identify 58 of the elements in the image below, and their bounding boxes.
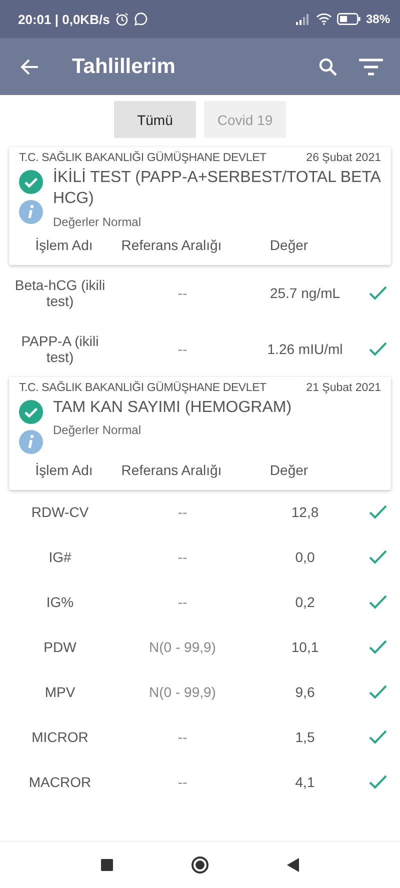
table-cell-text: 10,1 bbox=[290, 639, 320, 656]
institution-name: T.C. SAĞLIK BAKANLIĞI GÜMÜŞHANE DEVLET bbox=[19, 382, 266, 394]
battery-percent: 38% bbox=[366, 12, 390, 26]
result-summary: Değerler Normal bbox=[53, 214, 142, 229]
table-cell-text: 1.26 mIU/ml bbox=[266, 340, 344, 357]
table-cell-text: MICROR bbox=[30, 729, 90, 746]
table-cell-text: PAPP-A (ikili test) bbox=[20, 332, 100, 365]
table-cell-text: 1,5 bbox=[294, 729, 316, 746]
home-circle-icon bbox=[191, 856, 209, 874]
table-cell-text: 9,6 bbox=[294, 684, 316, 700]
table-cell-text: 4,1 bbox=[294, 774, 316, 790]
alarm-icon bbox=[114, 12, 129, 26]
wifi-icon bbox=[316, 13, 332, 25]
column-header: Referans Aralığı bbox=[120, 462, 223, 478]
table-cell-text: 0,0 bbox=[294, 549, 316, 566]
table-cell-text: -- bbox=[176, 504, 188, 520]
table-cell-text: -- bbox=[176, 340, 188, 357]
square-icon bbox=[101, 859, 113, 871]
screen-title: Tahlillerim bbox=[72, 54, 176, 78]
table-cell-text: N(0 - 99,9) bbox=[148, 684, 217, 700]
chat-bubble-icon bbox=[134, 12, 148, 26]
result-card[interactable]: T.C. SAĞLIK BAKANLIĞI GÜMÜŞHANE DEVLET 26 Şubat 2021 İKİLİ TEST (PAPP-A+SERBEST/TOTAL BETA HCG) Değerler Normal İşlem Adı Referans Aralığı Değer bbox=[9, 147, 391, 265]
table-cell-text: 0,2 bbox=[294, 594, 316, 610]
table-cell-text: -- bbox=[176, 549, 188, 566]
table-cell-text: MPV bbox=[44, 684, 76, 700]
result-date: 21 Şubat 2021 bbox=[306, 382, 381, 394]
table-cell-text: 25.7 ng/mL bbox=[268, 284, 342, 301]
column-header: Değer bbox=[268, 236, 310, 253]
battery-icon bbox=[336, 13, 361, 25]
table-cell-text: -- bbox=[176, 774, 188, 790]
column-header: İşlem Adı bbox=[34, 462, 94, 478]
column-header: Değer bbox=[268, 462, 310, 478]
table-cell-text: -- bbox=[176, 284, 188, 301]
filter-tab[interactable]: Tümü bbox=[114, 101, 196, 138]
table-cell-text: Beta-hCG (ikili test) bbox=[14, 276, 106, 309]
status-time: 20:01 | 0,0KB/s bbox=[18, 12, 110, 26]
table-cell-text: 12,8 bbox=[290, 504, 320, 520]
result-summary: Değerler Normal bbox=[53, 423, 142, 438]
triangle-back-icon bbox=[287, 858, 299, 872]
column-header: Referans Aralığı bbox=[120, 236, 223, 253]
table-cell-text: IG# bbox=[48, 549, 72, 566]
test-title: TAM KAN SAYIMI (HEMOGRAM) bbox=[53, 398, 292, 418]
table-cell-text: RDW-CV bbox=[30, 504, 90, 520]
table-cell-text: IG% bbox=[45, 594, 75, 610]
test-title: İKİLİ TEST (PAPP-A+SERBEST/TOTAL BETA HCG) bbox=[53, 168, 381, 209]
column-header: İşlem Adı bbox=[34, 236, 94, 253]
table-cell-text: PDW bbox=[42, 639, 78, 656]
back-arrow-icon bbox=[20, 56, 40, 76]
table-cell-text: MACROR bbox=[28, 774, 92, 790]
table-cell-text: N(0 - 99,9) bbox=[148, 639, 217, 656]
result-card[interactable]: T.C. SAĞLIK BAKANLIĞI GÜMÜŞHANE DEVLET 21 Şubat 2021 TAM KAN SAYIMI (HEMOGRAM) Değerler Normal İşlem Adı Referans Aralığı Değer bbox=[9, 376, 391, 490]
result-date: 26 Şubat 2021 bbox=[306, 152, 381, 164]
filter-icon bbox=[358, 56, 384, 76]
institution-name: T.C. SAĞLIK BAKANLIĞI GÜMÜŞHANE DEVLET bbox=[19, 152, 266, 164]
table-cell-text: -- bbox=[176, 729, 188, 746]
signal-icon bbox=[294, 13, 311, 25]
search-icon bbox=[318, 56, 338, 76]
table-cell-text: -- bbox=[176, 594, 188, 610]
